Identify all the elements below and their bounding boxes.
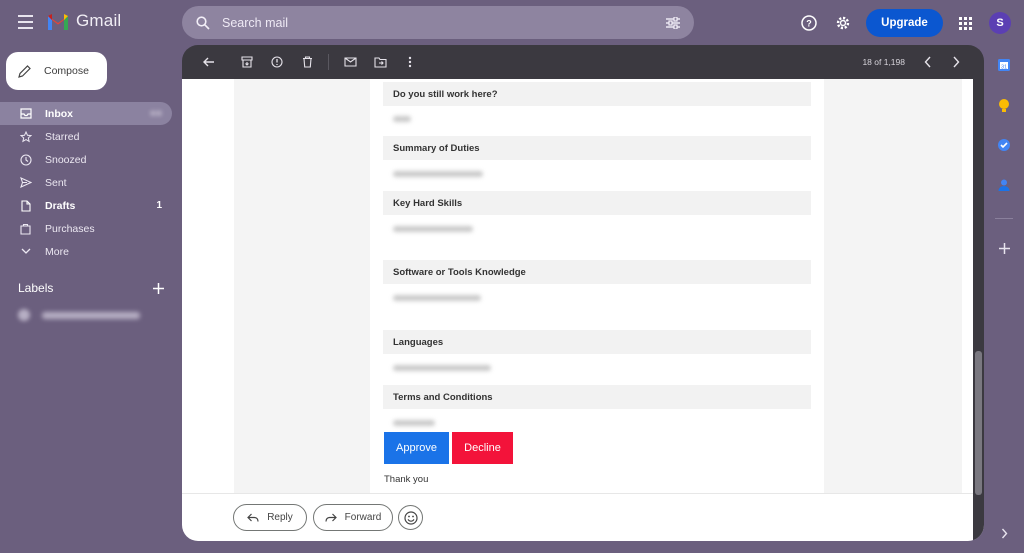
contacts-icon[interactable]: [996, 177, 1012, 193]
message-content: Do you still work here? Summary of Dutie…: [182, 79, 984, 541]
reply-button[interactable]: Reply: [233, 504, 307, 531]
email-body: Do you still work here? Summary of Dutie…: [370, 79, 824, 493]
label-color-dot: [18, 309, 30, 321]
sidebar-item-label: Snoozed: [45, 153, 87, 166]
sidebar-item-sent[interactable]: Sent: [0, 171, 172, 194]
field-heading: Do you still work here?: [383, 82, 811, 106]
smiley-icon: [403, 510, 418, 525]
sidebar-item-label: More: [45, 245, 69, 258]
field-answer-redacted: [393, 226, 473, 232]
archive-icon[interactable]: [240, 55, 254, 69]
svg-text:31: 31: [1001, 64, 1007, 70]
compose-label: Compose: [44, 65, 89, 77]
reply-label: Reply: [267, 512, 293, 523]
actions-divider: [182, 493, 973, 494]
clock-icon: [19, 153, 32, 166]
reply-icon: [247, 513, 259, 522]
email-closing: Thank you: [384, 474, 429, 485]
calendar-icon[interactable]: 31: [996, 57, 1012, 73]
sidebar-item-more[interactable]: More: [0, 240, 172, 263]
support-button[interactable]: ?: [796, 10, 822, 36]
star-icon: [19, 130, 32, 143]
gmail-m-icon: [48, 14, 68, 30]
search-input[interactable]: [222, 15, 666, 30]
emoji-reaction-button[interactable]: [398, 505, 423, 530]
svg-text:?: ?: [806, 19, 812, 29]
toolbar-divider: [328, 54, 329, 70]
sidebar-item-label: Purchases: [45, 222, 95, 235]
more-options-icon[interactable]: [403, 55, 417, 69]
field-answer-redacted: [393, 171, 483, 177]
rail-divider: [995, 218, 1013, 219]
sidebar-item-snoozed[interactable]: Snoozed: [0, 148, 172, 171]
labels-section-header: Labels: [18, 281, 164, 295]
scrollbar-thumb[interactable]: [975, 351, 982, 495]
search-bar[interactable]: [182, 6, 694, 39]
sidebar-item-drafts[interactable]: Drafts 1: [0, 194, 172, 217]
chevron-left-icon[interactable]: [924, 55, 932, 73]
add-addon-icon[interactable]: [996, 240, 1012, 256]
delete-icon[interactable]: [300, 55, 314, 69]
field-heading: Software or Tools Knowledge: [383, 260, 811, 284]
search-icon[interactable]: [196, 15, 210, 30]
chevron-right-icon[interactable]: [952, 55, 960, 73]
search-options-icon[interactable]: [666, 16, 680, 29]
keep-icon[interactable]: [996, 97, 1012, 113]
draft-count: 1: [156, 200, 162, 211]
field-heading: Key Hard Skills: [383, 191, 811, 215]
app-name: Gmail: [76, 11, 122, 30]
unread-count: ●●: [149, 108, 162, 119]
sidebar-item-inbox[interactable]: Inbox ●●: [0, 102, 172, 125]
help-icon: ?: [801, 15, 817, 31]
upgrade-button[interactable]: Upgrade: [866, 9, 943, 37]
message-pager: 18 of 1,198: [862, 57, 905, 67]
chevron-down-icon: [19, 245, 32, 258]
field-answer-redacted: [393, 295, 481, 301]
pencil-icon: [18, 64, 31, 78]
move-to-icon[interactable]: [373, 55, 387, 69]
expand-panel-icon[interactable]: [996, 525, 1012, 541]
sidebar-nav: Inbox ●● Starred Snoozed Sent Drafts 1 P…: [0, 102, 172, 263]
purchases-icon: [19, 222, 32, 235]
compose-button[interactable]: Compose: [6, 52, 107, 90]
tasks-icon[interactable]: [996, 137, 1012, 153]
sidebar-item-label: Drafts: [45, 199, 76, 212]
message-toolbar: 18 of 1,198: [182, 45, 984, 79]
apps-button[interactable]: [952, 10, 978, 36]
forward-button[interactable]: Forward: [313, 504, 393, 531]
inbox-icon: [19, 107, 32, 120]
send-icon: [19, 176, 32, 189]
field-heading: Summary of Duties: [383, 136, 811, 160]
field-heading: Terms and Conditions: [383, 385, 811, 409]
approve-button[interactable]: Approve: [384, 432, 449, 464]
label-item[interactable]: [18, 307, 164, 323]
decline-button[interactable]: Decline: [452, 432, 513, 464]
labels-heading: Labels: [18, 281, 54, 295]
field-answer-redacted: [393, 116, 411, 122]
settings-button[interactable]: [830, 10, 856, 36]
field-answer-redacted: [393, 365, 491, 371]
add-label-icon[interactable]: [153, 282, 164, 294]
back-arrow-icon[interactable]: [202, 55, 216, 69]
mark-unread-icon[interactable]: [343, 55, 357, 69]
sidebar-item-label: Sent: [45, 176, 67, 189]
main-menu-button[interactable]: [14, 12, 38, 32]
field-heading: Languages: [383, 330, 811, 354]
forward-icon: [325, 513, 337, 522]
sidebar-item-starred[interactable]: Starred: [0, 125, 172, 148]
account-avatar[interactable]: S: [989, 12, 1011, 34]
label-name-redacted: [42, 311, 140, 319]
sidebar-item-label: Starred: [45, 130, 80, 143]
sidebar-item-purchases[interactable]: Purchases: [0, 217, 172, 240]
report-spam-icon[interactable]: [270, 55, 284, 69]
sidebar-item-label: Inbox: [45, 107, 73, 120]
gmail-logo[interactable]: Gmail: [46, 11, 121, 31]
field-answer-redacted: [393, 420, 435, 426]
gear-icon: [836, 16, 850, 30]
draft-icon: [19, 199, 32, 212]
forward-label: Forward: [344, 512, 382, 523]
apps-grid-icon: [958, 16, 972, 30]
